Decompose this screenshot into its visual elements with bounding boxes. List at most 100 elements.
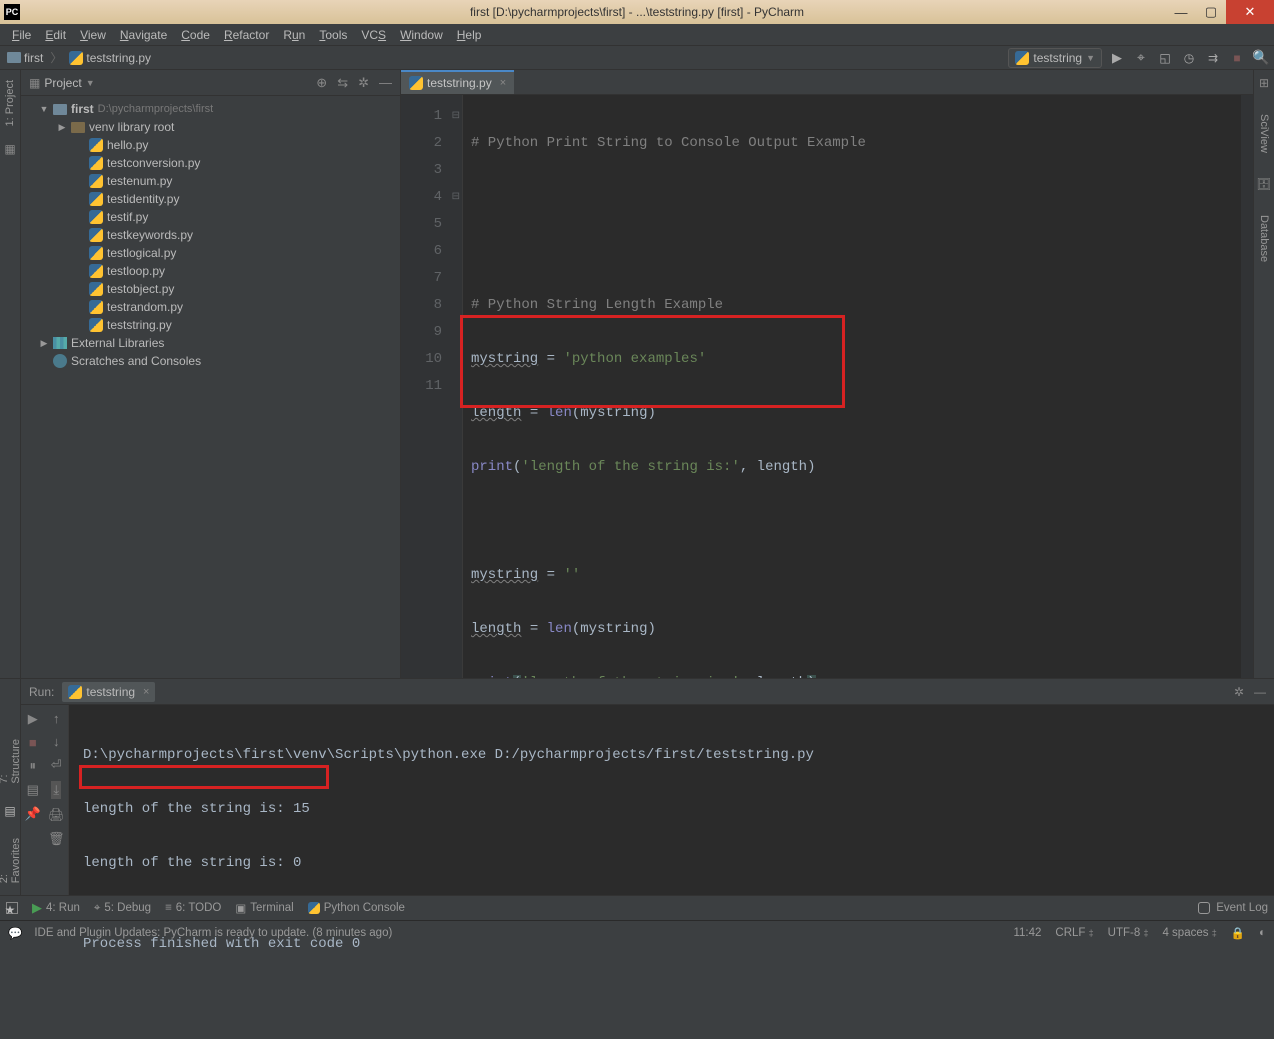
hide-button[interactable]: — <box>1254 685 1266 699</box>
pin-button[interactable]: 📌 <box>25 806 41 822</box>
pause-button[interactable]: ⏸ <box>30 758 37 774</box>
menu-navigate[interactable]: Navigate <box>114 26 173 44</box>
wrap-button[interactable]: ⏎ <box>51 757 62 773</box>
code-builtin: len <box>547 621 572 637</box>
python-file-icon <box>89 228 103 242</box>
favorites-tool-button[interactable]: 2: Favorites <box>0 838 22 883</box>
menu-bar: File Edit View Navigate Code Refactor Ru… <box>0 24 1274 46</box>
tree-venv[interactable]: ▶ venv library root <box>21 118 400 136</box>
tree-file-label: testenum.py <box>107 174 172 188</box>
python-file-icon <box>409 76 423 90</box>
structure-tool-button[interactable]: 7: Structure <box>0 739 22 784</box>
debug-button[interactable]: ⌖ <box>1132 49 1150 67</box>
down-button[interactable]: ↓ <box>53 734 60 749</box>
settings-button[interactable]: ✲ <box>358 75 369 91</box>
close-tab-button[interactable]: × <box>143 686 149 698</box>
status-icon[interactable]: 💬 <box>8 926 22 940</box>
tree-file[interactable]: teststring.py <box>21 316 400 334</box>
editor: teststring.py × 1234 5678 91011 ⊟⊟ # Pyt… <box>401 70 1253 678</box>
tree-file[interactable]: testobject.py <box>21 280 400 298</box>
code-comment: # Python String Length Example <box>471 297 723 313</box>
menu-code[interactable]: Code <box>175 26 216 44</box>
hide-button[interactable]: — <box>379 75 392 91</box>
code-ident: mystring <box>471 351 538 367</box>
database-tool-button[interactable]: Database <box>1258 211 1270 266</box>
folder-icon <box>7 52 21 63</box>
code-builtin: len <box>547 405 572 421</box>
menu-refactor[interactable]: Refactor <box>218 26 275 44</box>
tree-root[interactable]: ▼ first D:\pycharmprojects\first <box>21 100 400 118</box>
run-tool-button[interactable]: ▶4: Run <box>32 900 80 916</box>
scroll-button[interactable]: ⤓ <box>51 781 61 799</box>
menu-file[interactable]: File <box>6 26 37 44</box>
run-settings-button[interactable]: ✲ <box>1234 685 1244 699</box>
menu-vcs[interactable]: VCS <box>355 26 392 44</box>
code-op: = <box>521 405 546 421</box>
menu-view[interactable]: View <box>74 26 112 44</box>
close-tab-button[interactable]: × <box>500 77 506 89</box>
breadcrumb-file[interactable]: teststring.py <box>66 49 154 67</box>
locate-button[interactable]: ⊕ <box>316 75 327 91</box>
tree-scratches[interactable]: Scratches and Consoles <box>21 352 400 370</box>
close-button[interactable]: ✕ <box>1226 0 1274 24</box>
python-file-icon <box>69 51 83 65</box>
coverage-button[interactable]: ◱ <box>1156 49 1174 67</box>
rerun-button[interactable]: ▶ <box>28 711 38 727</box>
tree-file[interactable]: testidentity.py <box>21 190 400 208</box>
code-builtin: print <box>471 459 513 475</box>
concurrency-button[interactable]: ⇉ <box>1204 49 1222 67</box>
clear-button[interactable]: 🗑 <box>48 831 65 847</box>
event-log-icon[interactable] <box>1198 902 1210 914</box>
tree-file[interactable]: testrandom.py <box>21 298 400 316</box>
python-file-icon <box>68 685 82 699</box>
print-button[interactable]: 🖨 <box>48 807 65 823</box>
tree-file[interactable]: testkeywords.py <box>21 226 400 244</box>
editor-tab[interactable]: teststring.py × <box>401 70 514 94</box>
stop-button[interactable]: ■ <box>1228 49 1246 67</box>
folder-icon <box>53 104 67 115</box>
layout-button[interactable]: ▤ <box>27 782 39 798</box>
minimize-button[interactable]: — <box>1166 0 1196 24</box>
tree-file[interactable]: testif.py <box>21 208 400 226</box>
stop-button[interactable]: ■ <box>29 735 37 750</box>
tree-file[interactable]: testlogical.py <box>21 244 400 262</box>
code-op: = <box>538 567 563 583</box>
console-output[interactable]: D:\pycharmprojects\first\venv\Scripts\py… <box>69 705 1274 895</box>
up-button[interactable]: ↑ <box>53 711 60 726</box>
profile-button[interactable]: ◷ <box>1180 49 1198 67</box>
run-button[interactable]: ▶ <box>1108 49 1126 67</box>
maximize-button[interactable]: ▢ <box>1196 0 1226 24</box>
run-tab-label: teststring <box>86 685 135 699</box>
menu-run[interactable]: Run <box>277 26 311 44</box>
inspection-indicator[interactable]: ◐ <box>1259 927 1266 939</box>
project-tree[interactable]: ▼ first D:\pycharmprojects\first ▶ venv … <box>21 96 400 374</box>
menu-edit[interactable]: Edit <box>39 26 72 44</box>
collapse-button[interactable]: ⇆ <box>337 75 348 91</box>
breadcrumb-root[interactable]: first <box>4 49 46 67</box>
tree-file[interactable]: hello.py <box>21 136 400 154</box>
code-ident: length <box>471 405 521 421</box>
run-configuration-selector[interactable]: teststring ▼ <box>1008 48 1102 68</box>
run-tab[interactable]: teststring × <box>62 682 155 702</box>
menu-tools[interactable]: Tools <box>313 26 353 44</box>
search-everywhere-button[interactable]: 🔍 <box>1252 49 1270 67</box>
tree-file[interactable]: testloop.py <box>21 262 400 280</box>
tree-file-label: teststring.py <box>107 318 172 332</box>
tree-file[interactable]: testconversion.py <box>21 154 400 172</box>
tree-external-libs[interactable]: ▶ External Libraries <box>21 334 400 352</box>
app-icon: PC <box>4 4 20 20</box>
tree-file-label: testidentity.py <box>107 192 179 206</box>
sciview-tool-button[interactable]: SciView <box>1258 110 1270 157</box>
menu-window[interactable]: Window <box>394 26 449 44</box>
folder-icon <box>71 122 85 133</box>
project-tool-button[interactable]: 1: Project <box>4 76 16 130</box>
code-arg: mystring <box>580 621 647 637</box>
menu-help[interactable]: Help <box>451 26 488 44</box>
code-string: 'length of the string is:' <box>521 459 739 475</box>
tree-scratches-label: Scratches and Consoles <box>71 354 201 368</box>
tree-file[interactable]: testenum.py <box>21 172 400 190</box>
view-dropdown-icon[interactable]: ▼ <box>86 78 95 88</box>
tree-root-name: first <box>71 102 94 116</box>
code-arg: length <box>757 459 807 475</box>
editor-tab-label: teststring.py <box>427 76 492 90</box>
